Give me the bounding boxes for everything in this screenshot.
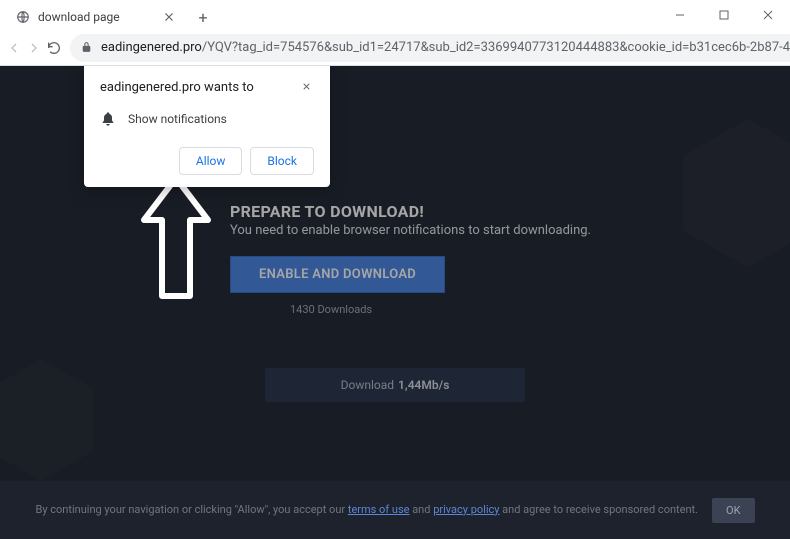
- cookie-text-3: and agree to receive sponsored content.: [499, 503, 698, 516]
- privacy-link[interactable]: privacy policy: [433, 503, 499, 516]
- terms-link[interactable]: terms of use: [348, 503, 410, 516]
- maximize-button[interactable]: [702, 0, 746, 30]
- cookie-ok-button[interactable]: OK: [712, 498, 754, 523]
- arrow-up-graphic: [138, 174, 214, 308]
- permission-header: eadingenered.pro wants to: [100, 80, 314, 95]
- new-tab-button[interactable]: +: [190, 4, 216, 30]
- titlebar: download page +: [0, 0, 790, 30]
- cookie-text-2: and: [409, 503, 433, 516]
- close-icon[interactable]: [298, 78, 314, 94]
- reload-button[interactable]: [46, 34, 62, 62]
- page-viewport: ⬢ ⬢ PREPARE TO DOWNLOAD! You need to ena…: [0, 66, 790, 539]
- tabs-area: download page +: [0, 0, 658, 30]
- tab-title: download page: [38, 10, 154, 24]
- url-text: eadingenered.pro/YQV?tag_id=754576&sub_i…: [101, 40, 790, 55]
- forward-button[interactable]: [26, 34, 42, 62]
- lock-icon: [80, 41, 93, 54]
- tab-active[interactable]: download page: [6, 4, 186, 30]
- url-domain: eadingenered.pro: [101, 40, 202, 55]
- window-controls: [658, 0, 790, 30]
- cookie-text: By continuing your navigation or clickin…: [35, 502, 698, 519]
- url-path: /YQV?tag_id=754576&sub_id1=24717&sub_id2…: [202, 40, 790, 55]
- back-button[interactable]: [6, 34, 22, 62]
- browser-window: download page + eadingenered.pro/YQV?tag…: [0, 0, 790, 539]
- toolbar: eadingenered.pro/YQV?tag_id=754576&sub_i…: [0, 30, 790, 66]
- permission-site-text: eadingenered.pro wants to: [100, 80, 254, 95]
- globe-icon: [16, 10, 30, 24]
- block-button[interactable]: Block: [250, 147, 314, 175]
- cookie-bar: By continuing your navigation or clickin…: [0, 481, 790, 539]
- close-icon[interactable]: [162, 10, 176, 24]
- bell-icon: [100, 111, 116, 127]
- cookie-text-1: By continuing your navigation or clickin…: [35, 503, 347, 516]
- permission-actions: Allow Block: [100, 147, 314, 175]
- allow-button[interactable]: Allow: [179, 147, 243, 175]
- minimize-button[interactable]: [658, 0, 702, 30]
- permission-label: Show notifications: [128, 112, 227, 126]
- permission-popup: eadingenered.pro wants to Show notificat…: [84, 66, 330, 187]
- permission-row: Show notifications: [100, 111, 314, 127]
- close-window-button[interactable]: [746, 0, 790, 30]
- address-bar[interactable]: eadingenered.pro/YQV?tag_id=754576&sub_i…: [70, 34, 790, 62]
